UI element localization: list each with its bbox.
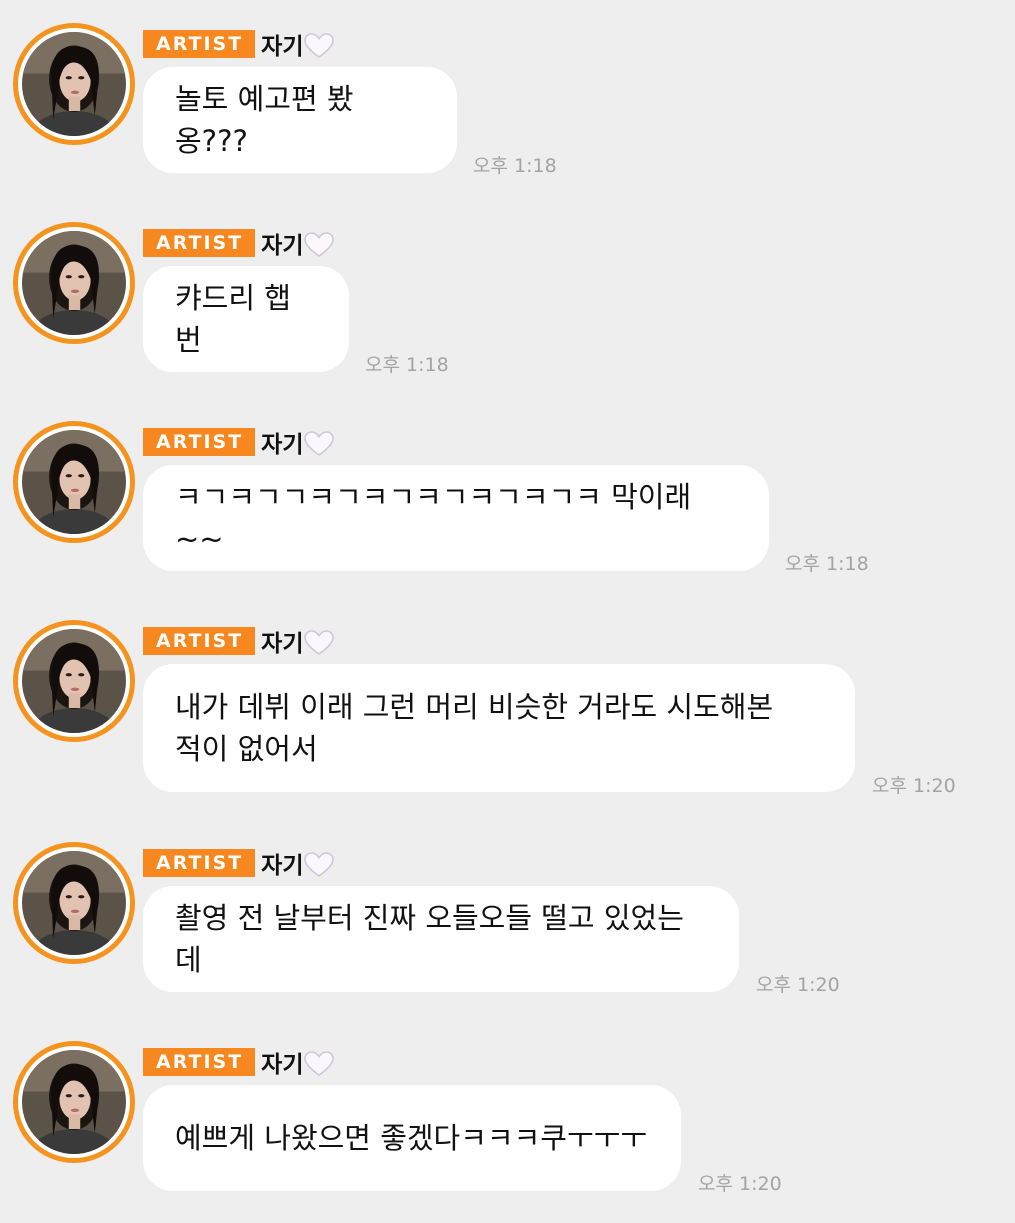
message-time: 오후 1:18 <box>473 155 557 177</box>
white-heart-icon <box>304 1051 335 1077</box>
artist-badge: ARTIST <box>143 30 256 58</box>
message-time: 오후 1:20 <box>872 775 956 797</box>
message-text: 내가 데뷔 이래 그런 머리 비슷한 거라도 시도해본 적이 없어서 <box>175 690 774 766</box>
artist-badge: ARTIST <box>143 428 256 456</box>
message-bubble[interactable]: 예쁘게 나왔으면 좋겠다ㅋㅋㅋ쿠ㅜㅜㅜ <box>143 1085 681 1191</box>
sender-row: ARTIST 자기 <box>143 226 335 260</box>
white-heart-icon <box>304 33 335 59</box>
message-bubble[interactable]: 촬영 전 날부터 진짜 오들오들 떨고 있었는데 <box>143 886 739 992</box>
sender-name[interactable]: 자기 <box>261 1045 303 1079</box>
avatar[interactable] <box>13 842 135 964</box>
message-bubble[interactable]: 내가 데뷔 이래 그런 머리 비슷한 거라도 시도해본 적이 없어서 <box>143 664 855 792</box>
avatar[interactable] <box>13 222 135 344</box>
message-time: 오후 1:18 <box>365 354 449 376</box>
message-time: 오후 1:18 <box>785 553 869 575</box>
avatar[interactable] <box>13 620 135 742</box>
message-bubble[interactable]: 놀토 예고편 봤옹??? <box>143 67 457 173</box>
message-text: 촬영 전 날부터 진짜 오들오들 떨고 있었는데 <box>175 901 684 977</box>
sender-name[interactable]: 자기 <box>261 624 303 658</box>
sender-name[interactable]: 자기 <box>261 425 303 459</box>
message-text: ㅋㄱㅋㄱㄱㅋㄱㅋㄱㅋㄱㅋㄱㅋㄱㅋ 막이래~~ <box>175 480 692 556</box>
artist-badge: ARTIST <box>143 849 256 877</box>
avatar[interactable] <box>13 23 135 145</box>
message-text: 예쁘게 나왔으면 좋겠다ㅋㅋㅋ쿠ㅜㅜㅜ <box>175 1121 647 1155</box>
artist-badge: ARTIST <box>143 627 256 655</box>
sender-row: ARTIST 자기 <box>143 425 335 459</box>
artist-badge: ARTIST <box>143 1048 256 1076</box>
message-time: 오후 1:20 <box>756 974 840 996</box>
sender-name[interactable]: 자기 <box>261 226 303 260</box>
message-text: 놀토 예고편 봤옹??? <box>175 82 354 158</box>
avatar[interactable] <box>13 421 135 543</box>
white-heart-icon <box>304 630 335 656</box>
sender-row: ARTIST 자기 <box>143 27 335 61</box>
message-text: 캬드리 햅번 <box>175 281 291 357</box>
message-time: 오후 1:20 <box>698 1173 782 1195</box>
sender-row: ARTIST 자기 <box>143 1045 335 1079</box>
avatar[interactable] <box>13 1041 135 1163</box>
white-heart-icon <box>304 232 335 258</box>
white-heart-icon <box>304 431 335 457</box>
sender-row: ARTIST 자기 <box>143 624 335 658</box>
artist-badge: ARTIST <box>143 229 256 257</box>
sender-name[interactable]: 자기 <box>261 846 303 880</box>
message-bubble[interactable]: ㅋㄱㅋㄱㄱㅋㄱㅋㄱㅋㄱㅋㄱㅋㄱㅋ 막이래~~ <box>143 465 769 571</box>
sender-row: ARTIST 자기 <box>143 846 335 880</box>
sender-name[interactable]: 자기 <box>261 27 303 61</box>
message-bubble[interactable]: 캬드리 햅번 <box>143 266 349 372</box>
white-heart-icon <box>304 852 335 878</box>
